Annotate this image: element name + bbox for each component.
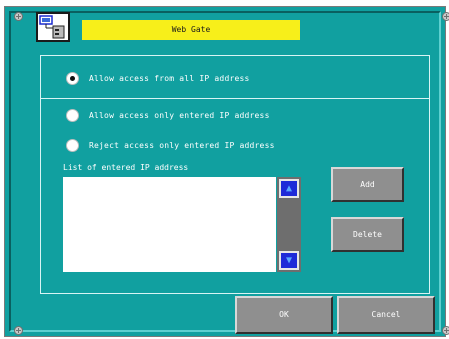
radio-selected-icon[interactable] xyxy=(66,71,79,85)
delete-button[interactable]: Delete xyxy=(331,217,404,252)
screw-icon xyxy=(442,326,449,335)
triangle-down-icon[interactable]: ▼ xyxy=(279,251,299,270)
network-computer-icon xyxy=(36,12,70,42)
radio-unselected-icon[interactable] xyxy=(66,138,79,152)
radio-allow-entered[interactable]: Allow access only entered IP address xyxy=(66,107,270,123)
screw-icon xyxy=(442,12,449,21)
ok-button[interactable]: OK xyxy=(235,296,333,334)
add-button[interactable]: Add xyxy=(331,167,404,202)
triangle-up-icon[interactable]: ▲ xyxy=(279,179,299,198)
ip-list-scrollbar[interactable]: ▲ ▼ xyxy=(277,177,301,272)
radio-unselected-icon[interactable] xyxy=(66,108,79,122)
divider xyxy=(40,98,430,99)
ip-address-list[interactable] xyxy=(63,177,276,272)
radio-label: Allow access only entered IP address xyxy=(89,110,270,120)
dialog-title: Web Gate xyxy=(82,20,300,40)
cancel-button[interactable]: Cancel xyxy=(337,296,435,334)
screw-icon xyxy=(14,12,23,21)
radio-label: Reject access only entered IP address xyxy=(89,140,275,150)
screw-icon xyxy=(14,326,23,335)
radio-allow-all[interactable]: Allow access from all IP address xyxy=(66,70,250,86)
radio-label: Allow access from all IP address xyxy=(89,73,250,83)
radio-reject-entered[interactable]: Reject access only entered IP address xyxy=(66,137,275,153)
ip-list-label: List of entered IP address xyxy=(63,163,189,172)
